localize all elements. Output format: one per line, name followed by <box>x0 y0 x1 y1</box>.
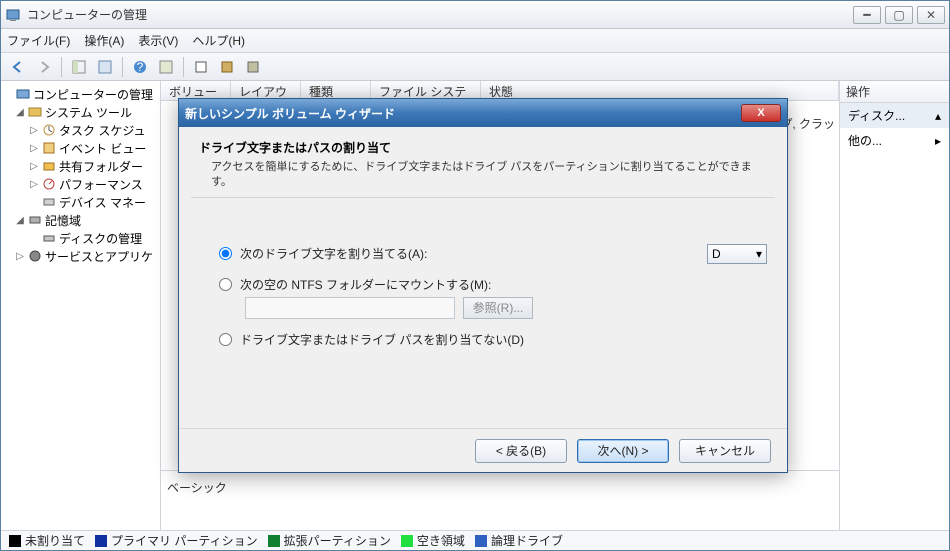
radio-no-assign[interactable] <box>219 333 232 346</box>
menubar: ファイル(F) 操作(A) 表示(V) ヘルプ(H) <box>1 29 949 53</box>
drive-letter-value: D <box>712 247 721 261</box>
action1-icon[interactable] <box>190 56 212 78</box>
browse-button: 参照(R)... <box>463 297 533 319</box>
tree-panel: コンピューターの管理 ◢システム ツール ▷タスク スケジュ ▷イベント ビュー… <box>1 81 161 530</box>
legend-bar: 未割り当て プライマリ パーティション 拡張パーティション 空き領域 論理ドライ… <box>1 530 949 550</box>
refresh-icon[interactable] <box>155 56 177 78</box>
back-button[interactable]: < 戻る(B) <box>475 439 567 463</box>
actions-other[interactable]: 他の...▸ <box>840 128 949 153</box>
mount-path-row: 参照(R)... <box>245 297 767 319</box>
radio-assign-letter[interactable] <box>219 247 232 260</box>
tree-services[interactable]: ▷サービスとアプリケ <box>3 247 158 265</box>
close-button[interactable]: ✕ <box>917 6 945 24</box>
option-assign-row: 次のドライブ文字を割り当てる(A): D ▾ <box>219 244 767 264</box>
tree-root[interactable]: コンピューターの管理 <box>3 85 158 103</box>
tree-devmgr[interactable]: デバイス マネー <box>3 193 158 211</box>
disk-graphic-panel: ベーシック <box>161 470 839 530</box>
legend-logical: 論理ドライブ <box>475 532 563 549</box>
label-no-assign: ドライブ文字またはドライブ パスを割り当てない(D) <box>240 331 524 348</box>
actions-header: 操作 <box>840 81 949 103</box>
dialog-titlebar: 新しいシンプル ボリューム ウィザード X <box>179 99 787 127</box>
menu-action[interactable]: 操作(A) <box>84 32 124 49</box>
dialog-title: 新しいシンプル ボリューム ウィザード <box>185 105 741 122</box>
minimize-button[interactable]: ━ <box>853 6 881 24</box>
option-none-row: ドライブ文字またはドライブ パスを割り当てない(D) <box>219 331 767 348</box>
titlebar: コンピューターの管理 ━ ▢ ✕ <box>1 1 949 29</box>
disk-label: ベーシック <box>167 479 833 496</box>
menu-view[interactable]: 表示(V) <box>138 32 178 49</box>
menu-help[interactable]: ヘルプ(H) <box>192 32 245 49</box>
peek-text: プ, クラッ <box>780 115 835 132</box>
tree-storage[interactable]: ◢記憶域 <box>3 211 158 229</box>
legend-free: 空き領域 <box>401 532 465 549</box>
wizard-dialog: 新しいシンプル ボリューム ウィザード X ドライブ文字またはパスの割り当て ア… <box>178 98 788 473</box>
tree-systools[interactable]: ◢システム ツール <box>3 103 158 121</box>
show-hide-icon[interactable] <box>68 56 90 78</box>
dropdown-icon: ▾ <box>756 247 762 261</box>
dialog-heading: ドライブ文字またはパスの割り当て <box>199 139 767 156</box>
dialog-button-bar: < 戻る(B) 次へ(N) > キャンセル <box>179 428 787 472</box>
drive-letter-select[interactable]: D ▾ <box>707 244 767 264</box>
label-mount-folder: 次の空の NTFS フォルダーにマウントする(M): <box>240 276 491 293</box>
dialog-close-button[interactable]: X <box>741 104 781 122</box>
tree-task[interactable]: ▷タスク スケジュ <box>3 121 158 139</box>
dialog-subtext: アクセスを簡単にするために、ドライブ文字またはドライブ パスをパーティションに割… <box>211 160 767 191</box>
mount-path-input <box>245 297 455 319</box>
legend-extended: 拡張パーティション <box>268 532 391 549</box>
action2-icon[interactable] <box>216 56 238 78</box>
back-icon[interactable] <box>7 56 29 78</box>
help-icon[interactable]: ? <box>129 56 151 78</box>
tree-event[interactable]: ▷イベント ビュー <box>3 139 158 157</box>
tree-shared[interactable]: ▷共有フォルダー <box>3 157 158 175</box>
actions-panel: 操作 ディスク...▴ 他の...▸ <box>839 81 949 530</box>
label-assign-letter: 次のドライブ文字を割り当てる(A): <box>240 245 427 262</box>
toolbar: ? <box>1 53 949 81</box>
legend-unalloc: 未割り当て <box>9 532 85 549</box>
properties-icon[interactable] <box>94 56 116 78</box>
maximize-button[interactable]: ▢ <box>885 6 913 24</box>
next-button[interactable]: 次へ(N) > <box>577 439 669 463</box>
svg-text:?: ? <box>137 60 144 74</box>
legend-primary: プライマリ パーティション <box>95 532 258 549</box>
window-title: コンピューターの管理 <box>27 6 853 23</box>
actions-disk[interactable]: ディスク...▴ <box>840 103 949 128</box>
action3-icon[interactable] <box>242 56 264 78</box>
tree-perf[interactable]: ▷パフォーマンス <box>3 175 158 193</box>
chevron-right-icon: ▸ <box>935 134 941 148</box>
option-mount-row: 次の空の NTFS フォルダーにマウントする(M): <box>219 276 767 293</box>
forward-icon[interactable] <box>33 56 55 78</box>
app-icon <box>5 7 21 23</box>
tree-diskmgmt[interactable]: ディスクの管理 <box>3 229 158 247</box>
collapse-icon: ▴ <box>935 109 941 123</box>
cancel-button[interactable]: キャンセル <box>679 439 771 463</box>
radio-mount-folder[interactable] <box>219 278 232 291</box>
menu-file[interactable]: ファイル(F) <box>7 32 70 49</box>
